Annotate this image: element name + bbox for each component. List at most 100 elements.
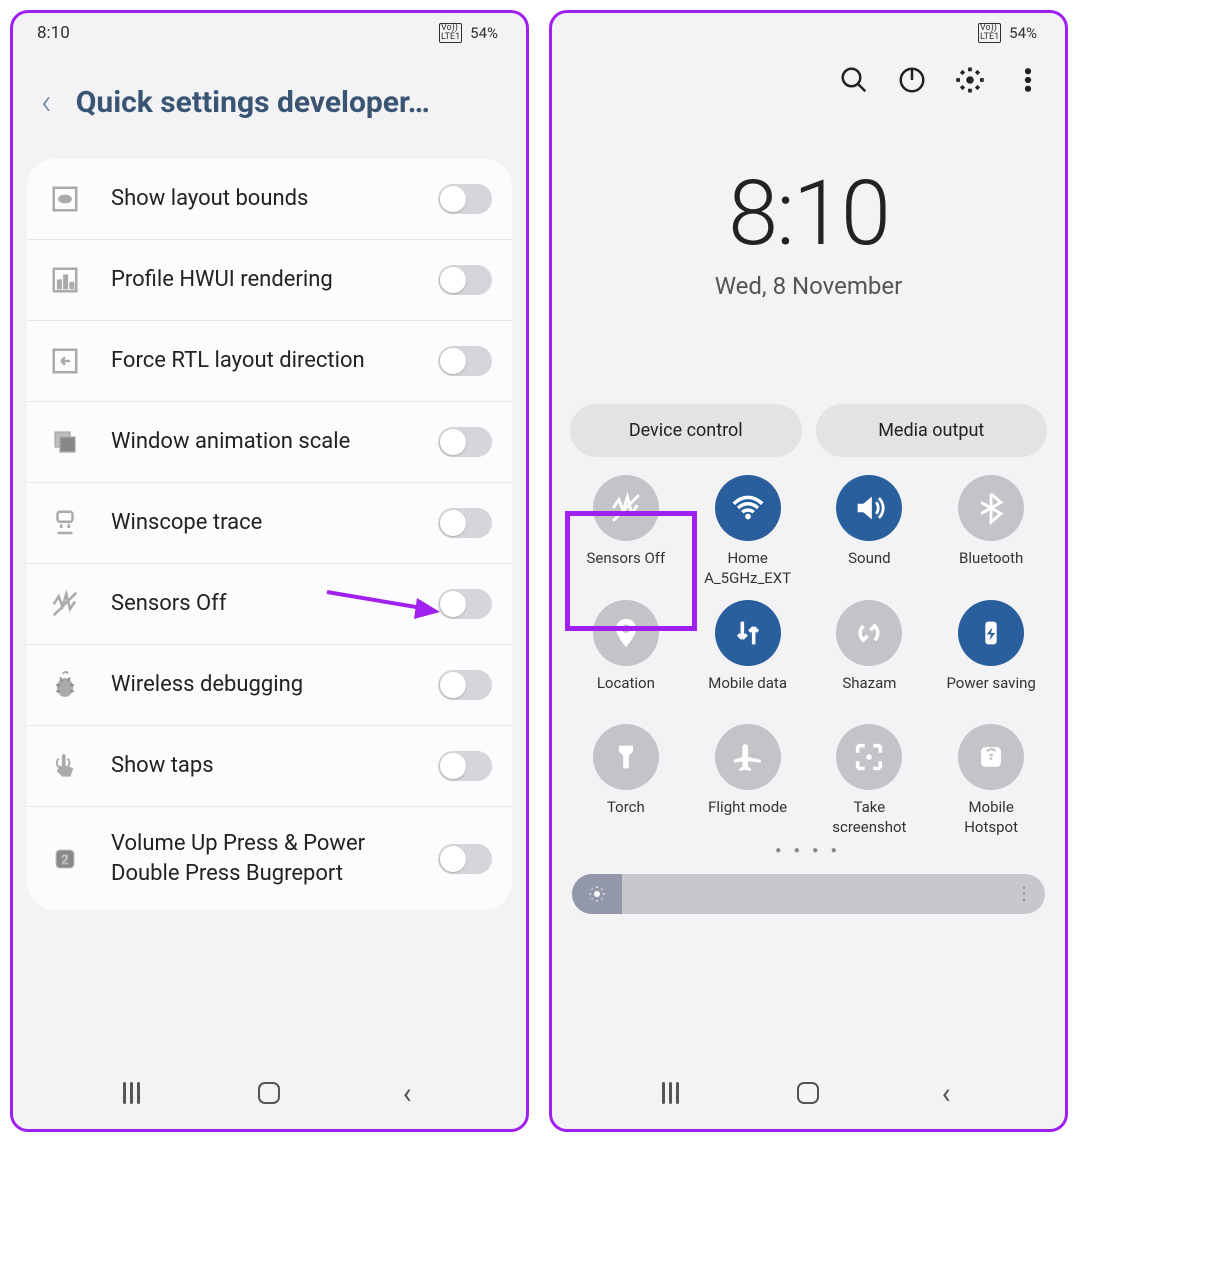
tile-label: Flight mode [708, 798, 787, 836]
tile-label: Mobile Hotspot [941, 798, 1041, 837]
toggle[interactable] [438, 265, 492, 295]
setting-label: Wireless debugging [111, 670, 438, 700]
tile-label: Mobile data [708, 674, 787, 712]
setting-show-layout-bounds[interactable]: Show layout bounds [27, 159, 512, 240]
toggle[interactable] [438, 184, 492, 214]
setting-bugreport[interactable]: 2 Volume Up Press & Power Double Press B… [27, 807, 512, 910]
nav-back-button[interactable]: ‹ [389, 1075, 425, 1111]
setting-label: Force RTL layout direction [111, 346, 438, 376]
settings-gear-icon[interactable] [955, 65, 985, 99]
settings-header: ‹ Quick settings developer… [13, 49, 526, 159]
settings-card: Show layout bounds Profile HWUI renderin… [27, 159, 512, 910]
tile-sound[interactable]: Sound [812, 475, 928, 588]
setting-label: Profile HWUI rendering [111, 265, 438, 295]
tile-label: Sensors Off [587, 549, 666, 587]
back-button[interactable]: ‹ [41, 81, 52, 123]
sensors-off-tile-icon [593, 475, 659, 541]
nav-home-button[interactable] [251, 1075, 287, 1111]
qs-tiles-grid: Sensors Off Home A_5GHz_EXT Sound Blueto… [552, 457, 1065, 847]
tile-mobile-hotspot[interactable]: Mobile Hotspot [933, 724, 1049, 837]
setting-winscope-trace[interactable]: Winscope trace [27, 483, 512, 564]
page-title: Quick settings developer… [76, 85, 430, 120]
volte-icon: Vo))LTE1 [978, 23, 1001, 43]
status-bar: . Vo))LTE1 54% [552, 13, 1065, 49]
battery-percent: 54% [470, 24, 498, 42]
setting-show-taps[interactable]: Show taps [27, 726, 512, 807]
tile-label: Location [597, 674, 655, 712]
status-bar: 8:10 Vo))LTE1 54% [13, 13, 526, 49]
tile-label: Sound [848, 549, 890, 587]
toggle[interactable] [438, 844, 492, 874]
winscope-icon [47, 505, 83, 541]
toggle[interactable] [438, 589, 492, 619]
brightness-slider[interactable]: ⋮ [572, 874, 1045, 914]
power-icon[interactable] [897, 65, 927, 99]
setting-profile-hwui[interactable]: Profile HWUI rendering [27, 240, 512, 321]
toggle[interactable] [438, 508, 492, 538]
tile-label: Take screenshot [819, 798, 919, 837]
setting-label: Sensors Off [111, 589, 438, 619]
toggle[interactable] [438, 427, 492, 457]
svg-text:2: 2 [61, 853, 68, 868]
nav-recent-button[interactable] [653, 1075, 689, 1111]
navigation-bar: ‹ [13, 1051, 526, 1129]
tile-flight-mode[interactable]: Flight mode [690, 724, 806, 837]
toggle[interactable] [438, 346, 492, 376]
tile-torch[interactable]: Torch [568, 724, 684, 837]
device-control-button[interactable]: Device control [570, 404, 802, 457]
power-saving-tile-icon [958, 600, 1024, 666]
shazam-tile-icon [836, 600, 902, 666]
navigation-bar: ‹ [552, 1051, 1065, 1129]
tile-screenshot[interactable]: Take screenshot [812, 724, 928, 837]
tile-label: Power saving [946, 674, 1035, 712]
brightness-icon [572, 874, 622, 914]
tile-shazam[interactable]: Shazam [812, 600, 928, 712]
battery-percent: 54% [1009, 24, 1037, 42]
tile-location[interactable]: Location [568, 600, 684, 712]
wireless-debug-icon [47, 667, 83, 703]
setting-force-rtl[interactable]: Force RTL layout direction [27, 321, 512, 402]
layout-bounds-icon [47, 181, 83, 217]
hotspot-tile-icon [958, 724, 1024, 790]
setting-sensors-off[interactable]: Sensors Off [27, 564, 512, 645]
brightness-menu-icon[interactable]: ⋮ [1015, 884, 1033, 905]
toggle[interactable] [438, 751, 492, 781]
right-phone-quicksettings: . Vo))LTE1 54% 8:10 Wed, 8 November Devi… [549, 10, 1068, 1132]
qs-toolbar [552, 49, 1065, 111]
bluetooth-tile-icon [958, 475, 1024, 541]
flight-mode-tile-icon [715, 724, 781, 790]
tile-wifi[interactable]: Home A_5GHz_EXT [690, 475, 806, 588]
nav-home-button[interactable] [790, 1075, 826, 1111]
media-output-button[interactable]: Media output [816, 404, 1048, 457]
wifi-tile-icon [715, 475, 781, 541]
tile-sensors-off[interactable]: Sensors Off [568, 475, 684, 588]
setting-label: Show taps [111, 751, 438, 781]
qs-pills: Device control Media output [552, 404, 1065, 457]
setting-wireless-debugging[interactable]: Wireless debugging [27, 645, 512, 726]
qs-clock: 8:10 Wed, 8 November [552, 161, 1065, 300]
tile-bluetooth[interactable]: Bluetooth [933, 475, 1049, 588]
volte-icon: Vo))LTE1 [439, 23, 462, 43]
rtl-icon [47, 343, 83, 379]
tile-mobile-data[interactable]: Mobile data [690, 600, 806, 712]
screenshot-tile-icon [836, 724, 902, 790]
setting-label: Show layout bounds [111, 184, 438, 214]
search-icon[interactable] [839, 65, 869, 99]
show-taps-icon [47, 748, 83, 784]
qs-date: Wed, 8 November [552, 272, 1065, 300]
qs-time: 8:10 [552, 161, 1065, 266]
tile-label: Home A_5GHz_EXT [698, 549, 798, 588]
sensors-off-icon [47, 586, 83, 622]
sound-tile-icon [836, 475, 902, 541]
nav-back-button[interactable]: ‹ [928, 1075, 964, 1111]
setting-label: Volume Up Press & Power Double Press Bug… [111, 829, 438, 888]
nav-recent-button[interactable] [114, 1075, 150, 1111]
bugreport-icon: 2 [47, 841, 83, 877]
tile-power-saving[interactable]: Power saving [933, 600, 1049, 712]
location-tile-icon [593, 600, 659, 666]
tile-label: Shazam [842, 674, 896, 712]
more-menu-icon[interactable] [1013, 65, 1043, 99]
setting-label: Window animation scale [111, 427, 438, 457]
toggle[interactable] [438, 670, 492, 700]
setting-window-animation[interactable]: Window animation scale [27, 402, 512, 483]
